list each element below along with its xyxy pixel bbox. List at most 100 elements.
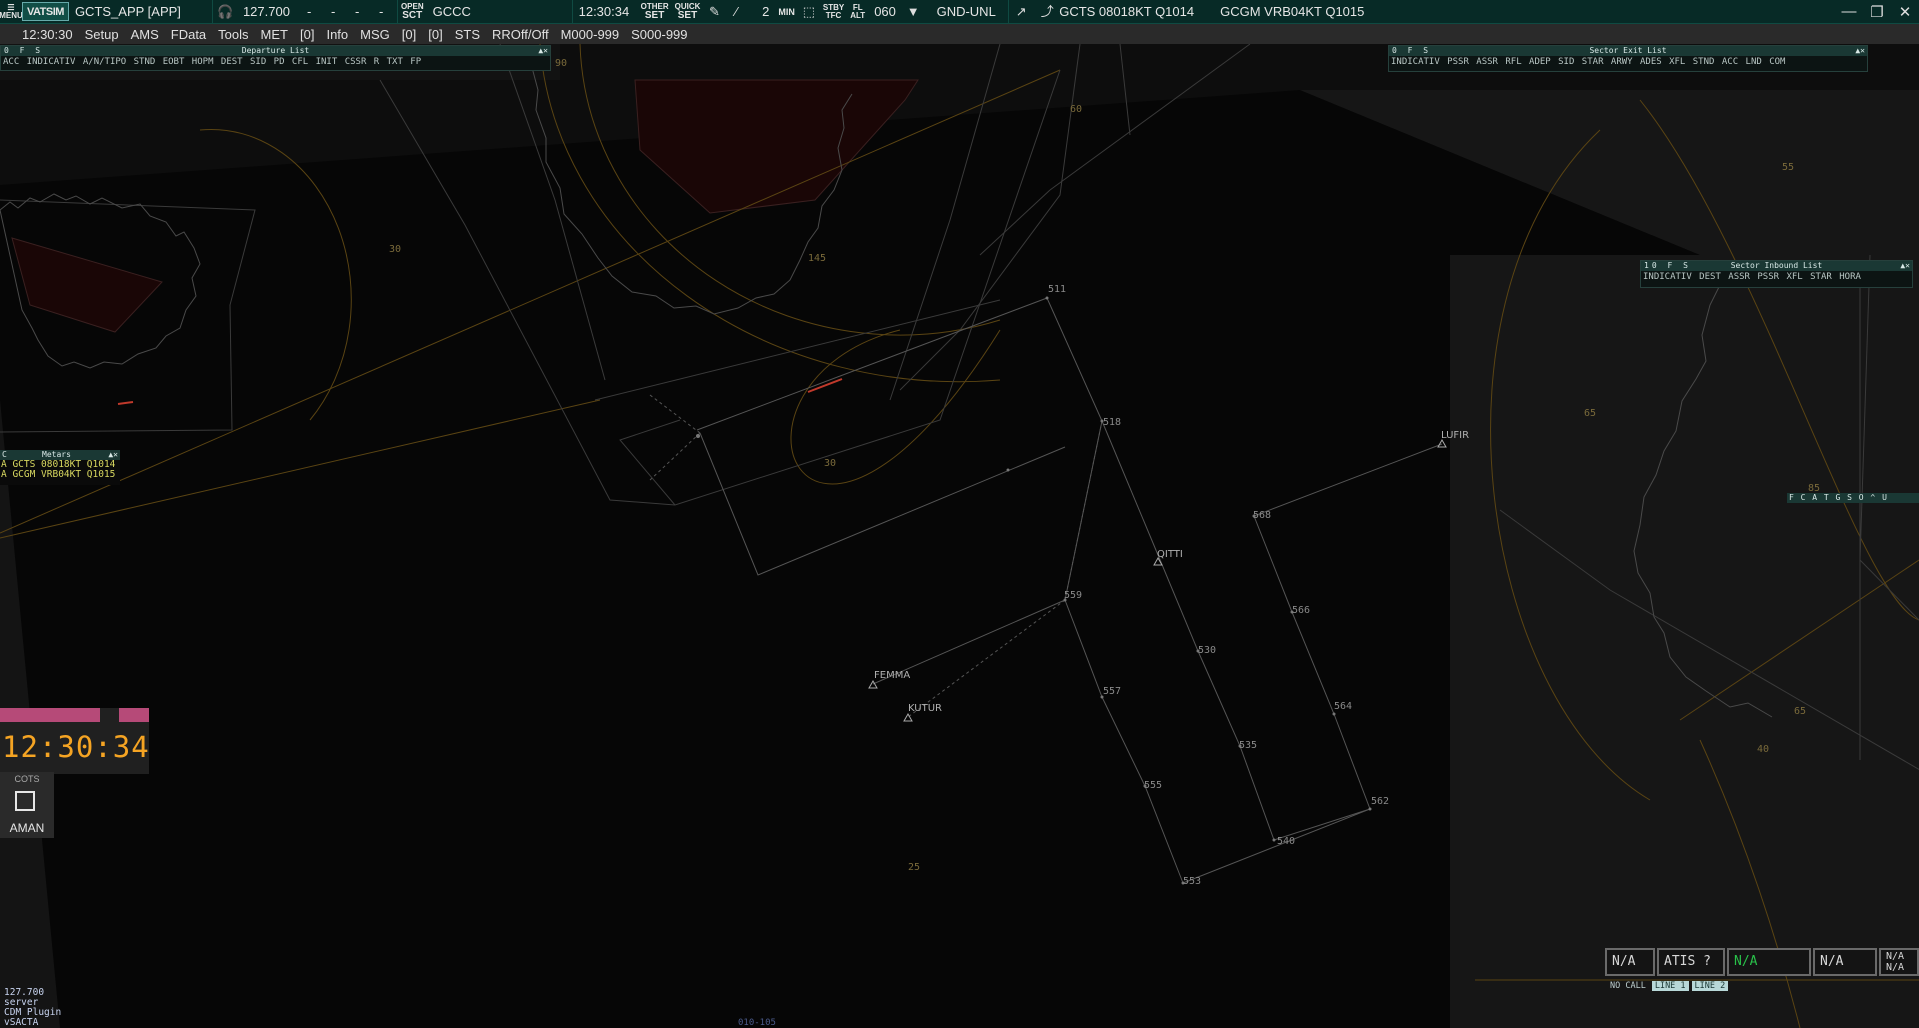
- count-display: 2: [762, 4, 770, 19]
- menu-met[interactable]: MET: [255, 27, 294, 42]
- atis-na-2[interactable]: N/A: [1727, 948, 1811, 976]
- menu-sts[interactable]: STS: [449, 27, 486, 42]
- big-clock: 12:30:34: [0, 708, 149, 774]
- aman-label: AMAN: [9, 821, 45, 835]
- metars-window[interactable]: C Metars ▲✕ A GCTS 08018KT Q1014 A GCGM …: [0, 450, 120, 485]
- fix-lufir[interactable]: LUFIR: [1441, 430, 1469, 441]
- sector-inbound-list-title: Sector Inbound List: [1730, 261, 1823, 270]
- fix-kutur[interactable]: KUTUR: [908, 703, 942, 714]
- fl-value[interactable]: 060: [868, 0, 902, 23]
- waypoint-511[interactable]: 511: [1048, 284, 1066, 295]
- departure-list-title: Departure List: [241, 46, 310, 55]
- sector-exit-list[interactable]: 0 F S Sector Exit List ▲✕ INDICATIV PSSR…: [1388, 45, 1868, 72]
- dotted-tool[interactable]: ⬚: [798, 0, 820, 23]
- waypoint-540[interactable]: 540: [1277, 836, 1295, 847]
- menu-fdata[interactable]: FData: [165, 27, 212, 42]
- menu-s-filter[interactable]: S000-999: [625, 27, 693, 42]
- fl-alt-button[interactable]: FL ALT: [847, 0, 868, 23]
- waypoint-553[interactable]: 553: [1183, 876, 1201, 887]
- alt-label-60: 60: [1070, 104, 1083, 115]
- atis-panel: N/A ATIS ? N/A N/A N/A N/A: [1605, 948, 1919, 976]
- toolbar-time: 12:30:34: [571, 0, 638, 23]
- open-sct-button[interactable]: OPEN SCT: [396, 0, 427, 23]
- fix-femma[interactable]: FEMMA: [874, 670, 910, 681]
- atis-na-4[interactable]: N/A N/A: [1879, 948, 1919, 976]
- alt-label-65b: 65: [1794, 706, 1807, 717]
- ruler-tool[interactable]: ∕: [725, 0, 747, 23]
- alt-label-55: 55: [1782, 162, 1795, 173]
- dash-4[interactable]: -: [373, 0, 397, 23]
- dash-1[interactable]: -: [301, 0, 325, 23]
- fcat-bar[interactable]: F C A T G S O ^ U: [1787, 493, 1919, 503]
- menu-setup[interactable]: Setup: [79, 27, 125, 42]
- metars-flag[interactable]: C: [0, 450, 7, 459]
- wind-tool[interactable]: ↗: [1008, 0, 1033, 23]
- min-button[interactable]: MIN: [775, 0, 798, 23]
- dash-3[interactable]: -: [349, 0, 373, 23]
- atis-na-3[interactable]: N/A: [1813, 948, 1877, 976]
- alt-label-30: 30: [389, 244, 402, 255]
- atis-na-1[interactable]: N/A: [1605, 948, 1655, 976]
- departure-list[interactable]: 0 F S Departure List ▲✕ ACC INDICATIV A/…: [0, 45, 551, 71]
- menu-msg[interactable]: MSG: [354, 27, 396, 42]
- fcat-text[interactable]: F C A T G S O ^ U: [1789, 493, 1888, 502]
- sector-exit-list-header[interactable]: 0 F S Sector Exit List ▲✕: [1389, 46, 1867, 56]
- maximize-icon[interactable]: ❐: [1863, 3, 1891, 21]
- menu-msg-count-2[interactable]: [0]: [422, 27, 448, 42]
- atis-na-4a: N/A: [1886, 951, 1905, 962]
- waypoint-559[interactable]: 559: [1064, 590, 1082, 601]
- sector-exit-list-title: Sector Exit List: [1589, 46, 1667, 55]
- metars-header[interactable]: C Metars ▲✕: [0, 450, 120, 460]
- waypoint-562[interactable]: 562: [1371, 796, 1389, 807]
- waypoint-564[interactable]: 564: [1334, 701, 1352, 712]
- line-1-button[interactable]: LINE 1: [1651, 981, 1689, 991]
- pen-tool[interactable]: ✎: [703, 0, 725, 23]
- wind-icon: ↗: [1015, 3, 1027, 19]
- frequency-display[interactable]: 127.700: [237, 0, 301, 23]
- waypoint-568[interactable]: 568: [1253, 510, 1271, 521]
- departure-list-header[interactable]: 0 F S Departure List ▲✕: [1, 46, 550, 56]
- other-set-bottom: SET: [644, 9, 665, 21]
- no-call-label: NO CALL: [1610, 981, 1646, 991]
- waypoint-555[interactable]: 555: [1144, 780, 1162, 791]
- filter-icon: ▼: [906, 3, 920, 19]
- dash-2[interactable]: -: [325, 0, 349, 23]
- cots-label: COTS: [14, 774, 40, 784]
- menu-info[interactable]: Info: [320, 27, 354, 42]
- menu-met-count[interactable]: [0]: [294, 27, 320, 42]
- quick-set-button[interactable]: QUICK SET: [672, 0, 704, 23]
- stby-button[interactable]: STBY TFC: [820, 0, 847, 23]
- waypoint-557[interactable]: 557: [1103, 686, 1121, 697]
- atis-na-4b: N/A: [1886, 962, 1905, 973]
- waypoint-535[interactable]: 535: [1239, 740, 1257, 751]
- metars-controls[interactable]: ▲✕: [108, 450, 118, 460]
- fix-qitti[interactable]: QITTI: [1157, 549, 1183, 560]
- aman-panel[interactable]: COTS AMAN: [0, 772, 54, 838]
- menu-ams[interactable]: AMS: [125, 27, 165, 42]
- alt-label-90: 90: [555, 58, 568, 69]
- headset-button[interactable]: 🎧: [211, 0, 237, 23]
- waypoint-518[interactable]: 518: [1103, 417, 1121, 428]
- menu-mode-filter[interactable]: M000-999: [555, 27, 626, 42]
- range-label: 010-105: [738, 1018, 776, 1028]
- radar-map[interactable]: [0, 0, 1919, 1028]
- sector-inbound-list-header[interactable]: 10 F S Sector Inbound List ▲✕: [1641, 261, 1912, 271]
- close-icon[interactable]: ✕: [1891, 3, 1919, 21]
- filter-button[interactable]: ▼: [902, 0, 924, 23]
- metar-gcgm: GCGM VRB04KT Q1015: [1220, 4, 1365, 19]
- minimize-icon[interactable]: —: [1835, 3, 1863, 21]
- menu-rroff[interactable]: RROff/Off: [486, 27, 555, 42]
- waypoint-566[interactable]: 566: [1292, 605, 1310, 616]
- menu-tools[interactable]: Tools: [212, 27, 254, 42]
- menu-button[interactable]: ☰ MENU: [0, 0, 23, 23]
- waypoint-530[interactable]: 530: [1198, 645, 1216, 656]
- gnd-unl[interactable]: GND-UNL: [924, 0, 1008, 23]
- atis-query[interactable]: ATIS ?: [1657, 948, 1725, 976]
- other-set-button[interactable]: OTHER SET: [638, 0, 672, 23]
- sector-inbound-list[interactable]: 10 F S Sector Inbound List ▲✕ INDICATIV …: [1640, 260, 1913, 288]
- menu-msg-count-1[interactable]: [0]: [396, 27, 422, 42]
- line-2-button[interactable]: LINE 2: [1691, 981, 1729, 991]
- metar-line-2: A GCGM VRB04KT Q1015: [1, 469, 116, 480]
- aman-checkbox[interactable]: [15, 791, 35, 811]
- alt-label-25: 25: [908, 862, 921, 873]
